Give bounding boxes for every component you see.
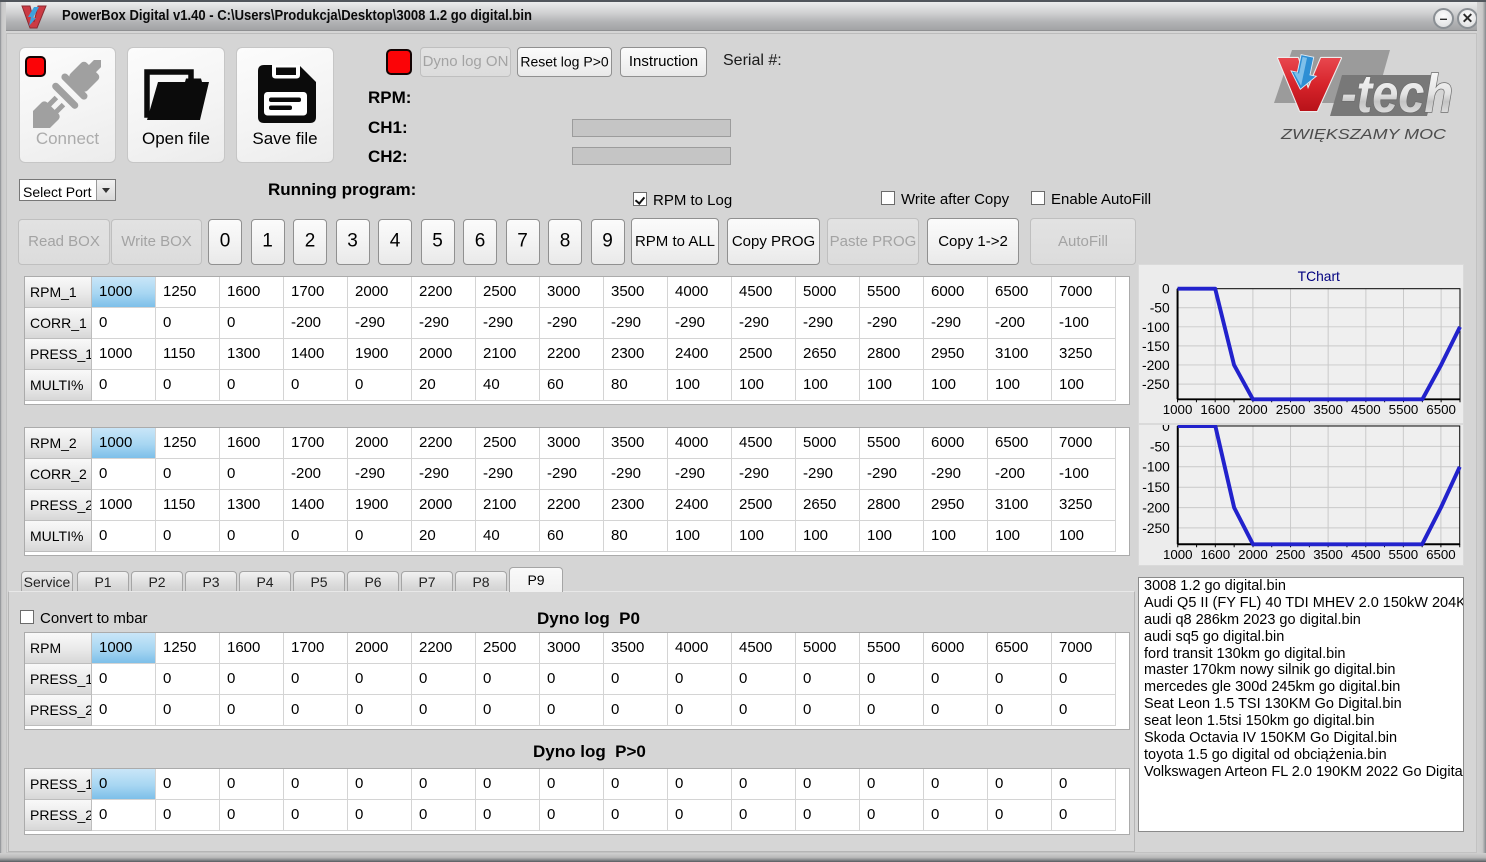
svg-text:-200: -200 <box>1142 501 1170 516</box>
svg-text:TChart: TChart <box>1298 268 1340 284</box>
svg-text:4500: 4500 <box>1351 547 1381 562</box>
svg-text:ZWIĘKSZAMY MOC: ZWIĘKSZAMY MOC <box>1280 126 1446 143</box>
svg-text:6500: 6500 <box>1426 547 1456 562</box>
svg-text:-100: -100 <box>1142 319 1170 335</box>
svg-text:-100: -100 <box>1142 460 1170 475</box>
svg-text:0: 0 <box>1162 281 1170 297</box>
svg-text:1600: 1600 <box>1201 547 1231 562</box>
svg-text:1600: 1600 <box>1200 402 1230 417</box>
svg-text:-250: -250 <box>1142 521 1170 536</box>
svg-text:2500: 2500 <box>1276 402 1306 417</box>
svg-text:3500: 3500 <box>1313 547 1343 562</box>
svg-text:6500: 6500 <box>1426 402 1456 417</box>
svg-text:2500: 2500 <box>1276 547 1306 562</box>
svg-text:-150: -150 <box>1142 480 1170 495</box>
svg-text:1000: 1000 <box>1163 402 1193 417</box>
svg-text:4500: 4500 <box>1351 402 1381 417</box>
svg-text:-150: -150 <box>1142 338 1170 354</box>
svg-text:2000: 2000 <box>1238 402 1268 417</box>
svg-text:5500: 5500 <box>1389 402 1419 417</box>
svg-text:0: 0 <box>1162 424 1170 434</box>
svg-text:-50: -50 <box>1150 300 1170 316</box>
svg-text:2000: 2000 <box>1238 547 1268 562</box>
svg-text:-tech: -tech <box>1341 64 1453 124</box>
svg-text:1000: 1000 <box>1163 547 1193 562</box>
svg-text:-250: -250 <box>1142 376 1170 392</box>
svg-text:3500: 3500 <box>1313 402 1343 417</box>
svg-text:5500: 5500 <box>1389 547 1419 562</box>
svg-text:-50: -50 <box>1150 439 1170 454</box>
svg-text:-200: -200 <box>1142 357 1170 373</box>
